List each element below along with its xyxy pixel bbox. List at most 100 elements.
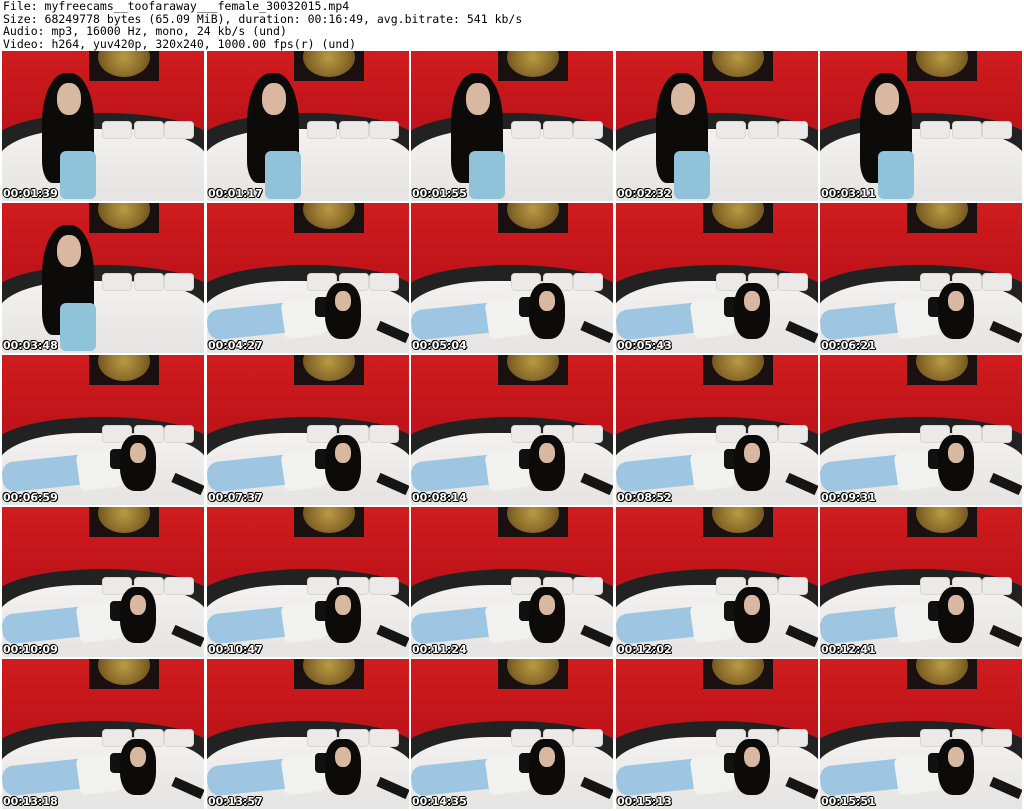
video-line: Video: h264, yuv420p, 320x240, 1000.00 f… [3,36,357,51]
video-thumbnail: 00:01:17 [207,51,409,201]
video-thumbnail: 00:13:57 [207,659,409,809]
timestamp-label: 00:08:14 [412,491,467,504]
face [335,291,351,311]
timestamp-label: 00:08:52 [617,491,672,504]
face [744,291,760,311]
pillow [369,121,399,139]
pillow [102,121,132,139]
video-thumbnail: 00:08:14 [411,355,613,505]
face [539,595,555,615]
top [674,151,710,199]
timestamp-label: 00:05:04 [412,339,467,352]
timestamp-label: 00:09:31 [821,491,876,504]
pillow [778,729,808,747]
top [469,151,505,199]
face [948,595,964,615]
top [60,151,96,199]
face [466,83,490,115]
pillow [339,121,369,139]
face [744,747,760,767]
pillow [543,121,573,139]
video-thumbnail: 00:01:39 [2,51,204,201]
timestamp-label: 00:01:39 [3,187,58,200]
face [57,83,81,115]
pillow [369,729,399,747]
timestamp-label: 00:06:21 [821,339,876,352]
video-thumbnail: 00:06:21 [820,203,1022,353]
pillow [369,577,399,595]
pillow [573,273,603,291]
timestamp-label: 00:15:51 [821,795,876,808]
timestamp-label: 00:04:27 [208,339,263,352]
timestamp-label: 00:10:47 [208,643,263,656]
top [878,151,914,199]
face [539,747,555,767]
video-thumbnail: 00:10:47 [207,507,409,657]
timestamp-label: 00:01:17 [208,187,263,200]
thumbnail-grid: 00:01:39 00:01:17 00:01:55 00:02:32 00:03:11… [2,51,1022,811]
video-thumbnail: 00:14:35 [411,659,613,809]
pillow [573,577,603,595]
pillow [778,577,808,595]
pillow [164,121,194,139]
pillow [134,273,164,291]
timestamp-label: 00:03:11 [821,187,876,200]
face [335,595,351,615]
pillow [511,121,541,139]
video-thumbnail: 00:11:24 [411,507,613,657]
video-thumbnail: 00:05:04 [411,203,613,353]
video-thumbnail: 00:15:51 [820,659,1022,809]
timestamp-label: 00:07:37 [208,491,263,504]
pillow [102,273,132,291]
pillow [778,273,808,291]
timestamp-label: 00:10:09 [3,643,58,656]
face [539,291,555,311]
face [130,747,146,767]
timestamp-label: 00:14:35 [412,795,467,808]
face [744,595,760,615]
video-thumbnail: 00:09:31 [820,355,1022,505]
video-thumbnail: 00:12:41 [820,507,1022,657]
video-thumbnail: 00:02:32 [616,51,818,201]
pillow [573,729,603,747]
pillow [982,121,1012,139]
pillow [573,425,603,443]
face [948,291,964,311]
timestamp-label: 00:01:55 [412,187,467,200]
video-thumbnail: 00:15:13 [616,659,818,809]
pillow [982,273,1012,291]
timestamp-label: 00:03:48 [3,339,58,352]
pillow [573,121,603,139]
timestamp-label: 00:05:43 [617,339,672,352]
pillow [748,121,778,139]
video-thumbnail: 00:05:43 [616,203,818,353]
pillow [716,121,746,139]
pillow [982,425,1012,443]
timestamp-label: 00:11:24 [412,643,467,656]
pillow [164,425,194,443]
pillow [920,121,950,139]
pillow [164,729,194,747]
timestamp-label: 00:13:18 [3,795,58,808]
video-thumbnail: 00:04:27 [207,203,409,353]
video-thumbnail: 00:12:02 [616,507,818,657]
audio-line: Audio: mp3, 16000 Hz, mono, 24 kb/s (und… [3,24,287,38]
face [948,443,964,463]
pillow [134,121,164,139]
video-thumbnail: 00:07:37 [207,355,409,505]
file-name-line: File: myfreecams__toofaraway___female_30… [3,0,350,13]
top [60,303,96,351]
video-thumbnail: 00:06:59 [2,355,204,505]
face [948,747,964,767]
pillow [164,273,194,291]
video-thumbnail: 00:03:11 [820,51,1022,201]
face [57,235,81,267]
timestamp-label: 00:15:13 [617,795,672,808]
timestamp-label: 00:12:41 [821,643,876,656]
timestamp-label: 00:06:59 [3,491,58,504]
pillow [164,577,194,595]
video-thumbnail: 00:13:18 [2,659,204,809]
pillow [369,273,399,291]
pillow [778,121,808,139]
timestamp-label: 00:02:32 [617,187,672,200]
